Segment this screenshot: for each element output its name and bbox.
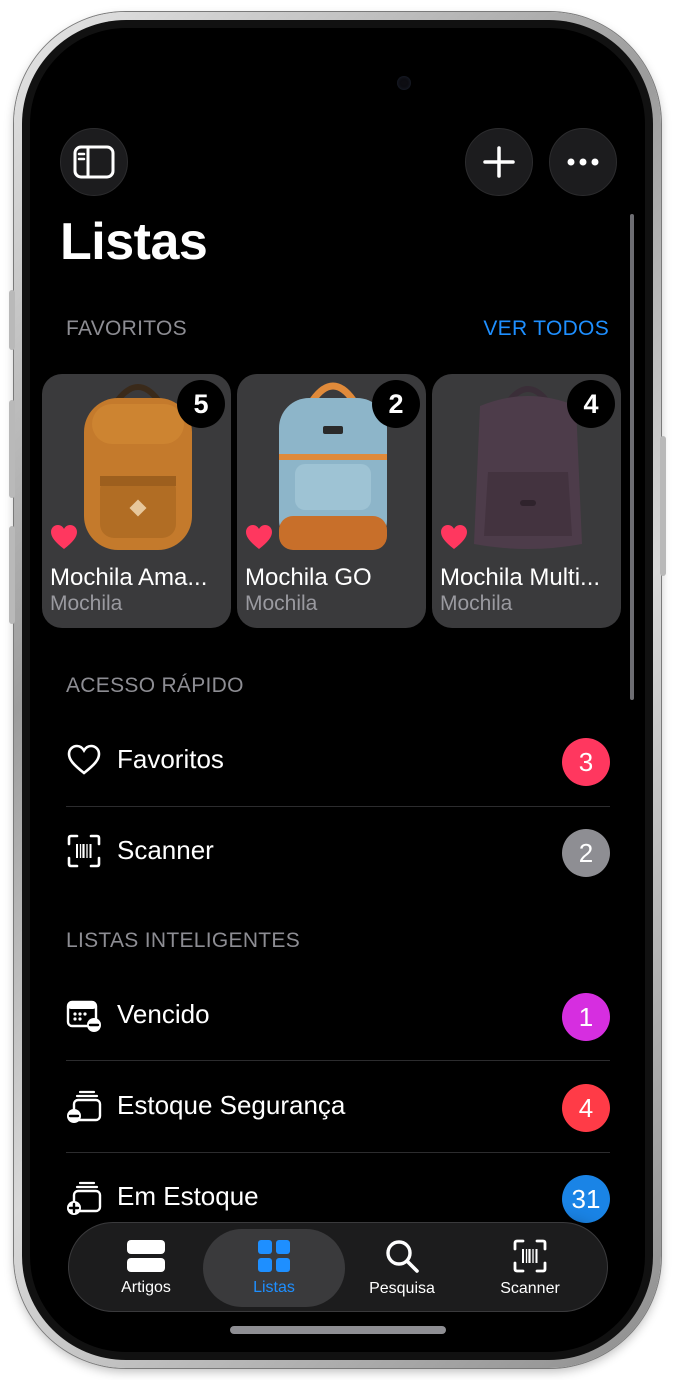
favorite-heart-icon	[51, 525, 77, 549]
list-row-favoritos[interactable]: Favoritos 3	[66, 716, 610, 806]
calendar-minus-icon	[66, 1000, 101, 1032]
favorites-section-label: FAVORITOS	[66, 317, 187, 340]
home-indicator[interactable]	[230, 1326, 446, 1334]
stack-plus-icon	[67, 1181, 102, 1215]
quick-access-section-label: ACESSO RÁPIDO	[66, 674, 244, 697]
barcode-scanner-icon	[67, 834, 101, 868]
barcode-scanner-icon	[513, 1239, 547, 1273]
item-count-badge: 5	[177, 380, 225, 428]
row-count-badge: 1	[562, 993, 610, 1041]
row-count-badge: 2	[562, 829, 610, 877]
favorite-card[interactable]: 5 Mochila Ama... Mochila	[42, 374, 231, 628]
heart-outline-icon	[67, 744, 101, 775]
row-label: Estoque Segurança	[117, 1090, 346, 1120]
tab-pesquisa[interactable]: Pesquisa	[337, 1223, 467, 1313]
item-category: Mochila	[245, 592, 318, 615]
ellipsis-icon	[567, 158, 599, 166]
grid-icon	[258, 1240, 290, 1272]
tab-scanner[interactable]: Scanner	[465, 1223, 595, 1313]
stack-minus-icon	[67, 1090, 102, 1123]
favorite-heart-icon	[441, 525, 467, 549]
row-label: Scanner	[117, 835, 214, 865]
list-row-vencido[interactable]: Vencido 1	[66, 971, 610, 1061]
row-count-badge: 3	[562, 738, 610, 786]
tab-bar: Artigos Listas Pesquisa Scanner	[68, 1222, 608, 1312]
list-row-scanner[interactable]: Scanner 2	[66, 807, 610, 897]
item-name: Mochila Ama...	[50, 564, 208, 591]
tab-listas[interactable]: Listas	[203, 1229, 345, 1307]
list-row-estoque-seguranca[interactable]: Estoque Segurança 4	[66, 1062, 610, 1152]
page-title: Listas	[60, 213, 208, 271]
more-options-button[interactable]	[549, 128, 617, 196]
add-button[interactable]	[465, 128, 533, 196]
tab-label: Listas	[253, 1279, 295, 1296]
item-count-badge: 4	[567, 380, 615, 428]
tab-label: Artigos	[121, 1279, 171, 1296]
row-count-badge: 31	[562, 1175, 610, 1223]
tab-artigos[interactable]: Artigos	[81, 1223, 211, 1313]
plus-icon	[483, 146, 515, 178]
search-icon	[386, 1240, 419, 1273]
front-camera	[397, 76, 411, 90]
tab-label: Pesquisa	[369, 1280, 435, 1297]
row-label: Favoritos	[117, 744, 224, 774]
see-all-link[interactable]: VER TODOS	[483, 317, 609, 341]
sidebar-toggle-button[interactable]	[60, 128, 128, 196]
favorite-heart-icon	[246, 525, 272, 549]
divider	[66, 1060, 610, 1061]
tab-label: Scanner	[500, 1280, 560, 1297]
item-name: Mochila GO	[245, 564, 372, 591]
item-count-badge: 2	[372, 380, 420, 428]
row-count-badge: 4	[562, 1084, 610, 1132]
item-name: Mochila Multi...	[440, 564, 601, 591]
item-category: Mochila	[440, 592, 513, 615]
row-label: Vencido	[117, 999, 210, 1029]
scroll-indicator[interactable]	[630, 214, 634, 700]
sidebar-icon	[73, 145, 115, 179]
items-icon	[127, 1240, 165, 1272]
smart-lists-section-label: LISTAS INTELIGENTES	[66, 929, 301, 952]
favorite-card[interactable]: 2 Mochila GO Mochila	[237, 374, 426, 628]
row-label: Em Estoque	[117, 1181, 259, 1211]
item-category: Mochila	[50, 592, 123, 615]
favorite-card[interactable]: 4 Mochila Multi... Mochila	[432, 374, 621, 628]
